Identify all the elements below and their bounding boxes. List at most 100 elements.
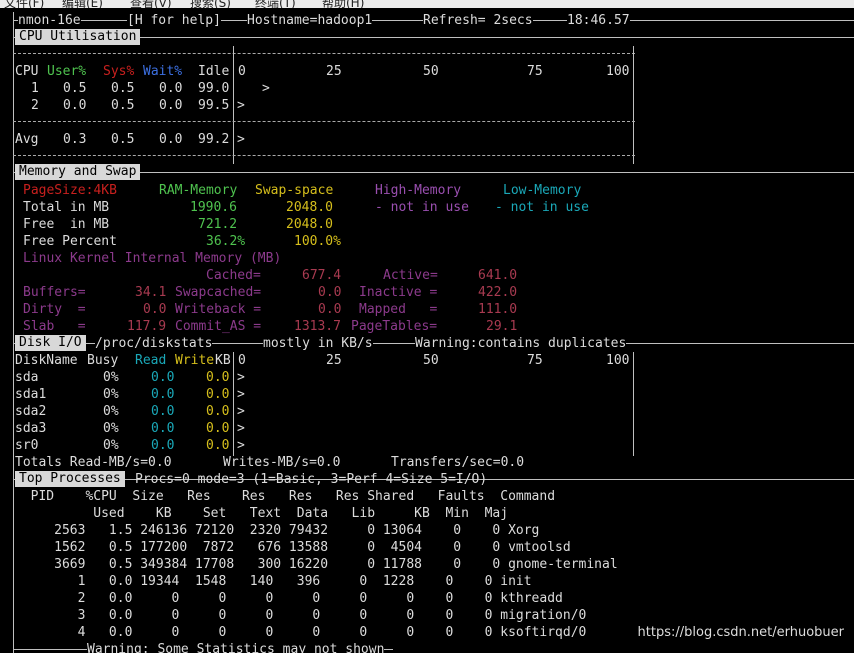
disk-row-read: 0.0	[151, 438, 175, 453]
kmem-pagetables-value: 29.1	[486, 319, 518, 334]
disk-row-bar: >	[237, 421, 245, 436]
disk-scale-25: 25	[326, 353, 342, 368]
disk-row-name: sda2	[15, 404, 47, 419]
disk-source: /proc/diskstats	[95, 335, 213, 352]
disk-row-name: sr0	[15, 438, 39, 453]
cpu-row-id: 1	[31, 81, 39, 96]
process-row: 3 0.0 0 0 0 0 0 0 0 0 migration/0	[15, 608, 587, 623]
disk-graph-right	[633, 352, 634, 456]
mem-total-high: - not in use	[375, 200, 469, 215]
menu-help[interactable]: 帮助(H)	[322, 0, 364, 8]
border-left	[13, 12, 14, 653]
kmem-swapcached-label: Swapcached=	[175, 285, 262, 300]
menu-search[interactable]: 搜索(S)	[190, 0, 231, 8]
disk-row-name: sda3	[15, 421, 47, 436]
stats-warning: Warning: Some Statistics may not shown	[87, 641, 385, 653]
disk-row-busy: 0%	[103, 438, 119, 453]
disk-row-bar: >	[237, 438, 245, 453]
kmem-writeback-label: Writeback =	[175, 302, 262, 317]
mem-pagesize: PageSize:4KB	[23, 183, 117, 198]
disk-section-title: Disk I/O	[15, 335, 86, 351]
cpu-row-sys: 0.5	[111, 81, 135, 96]
cpu-section-title: CPU Utilisation	[15, 29, 141, 45]
kmem-slab-value: 117.9	[127, 319, 167, 334]
disk-row-busy: 0%	[103, 387, 119, 402]
disk-scale-75: 75	[527, 353, 543, 368]
mem-hdr-high: High-Memory	[375, 183, 462, 198]
cpu-row-id: 2	[31, 98, 39, 113]
kmem-buffers-label: Buffers=	[23, 285, 86, 300]
cpu-graph-right	[633, 46, 634, 164]
mem-free-swap: 2048.0	[286, 217, 333, 232]
cpu-dash-mid	[13, 121, 635, 122]
process-row: 4 0.0 0 0 0 0 0 0 0 0 ksoftirqd/0	[15, 625, 587, 640]
kmem-slab-label: Slab =	[23, 319, 86, 334]
mem-total-swap: 2048.0	[286, 200, 333, 215]
menu-terminal[interactable]: 终端(T)	[255, 0, 296, 8]
menu-edit[interactable]: 编辑(E)	[62, 0, 103, 8]
kmem-active-value: 641.0	[478, 268, 518, 283]
cpu-avg-label: Avg	[15, 132, 39, 147]
kmem-inactive-value: 422.0	[478, 285, 518, 300]
cpu-row-idle: 99.5	[198, 98, 230, 113]
mem-total-low: - not in use	[495, 200, 589, 215]
process-row: 1562 0.5 177200 7872 676 13588 0 4504 0 …	[15, 540, 571, 555]
kmem-swapcached-value: 0.0	[318, 285, 342, 300]
cpu-scale-25: 25	[326, 64, 342, 79]
cpu-col-idle: Idle	[198, 64, 230, 79]
disk-units-note: mostly in KB/s	[263, 335, 373, 352]
kmem-cached-label: Cached=	[206, 268, 261, 283]
disk-graph-sep	[233, 352, 234, 456]
process-row: 2 0.0 0 0 0 0 0 0 0 0 kthreadd	[15, 591, 563, 606]
cpu-avg-idle: 99.2	[198, 132, 230, 147]
disk-row-write: 0.0	[206, 370, 230, 385]
disk-row-read: 0.0	[151, 421, 175, 436]
kmem-cached-value: 677.4	[302, 268, 342, 283]
mem-pct-ram: 36.2%	[206, 234, 246, 249]
help-hint: [H for help]	[127, 12, 221, 29]
kmem-active-label: Active=	[383, 268, 438, 283]
cpu-avg-sys: 0.5	[111, 132, 135, 147]
disk-row-bar: >	[237, 404, 245, 419]
kmem-inactive-label: Inactive =	[359, 285, 438, 300]
kmem-commit-label: Commit_AS =	[175, 319, 262, 334]
clock: 18:46.57	[567, 12, 630, 29]
mem-total-ram: 1990.6	[190, 200, 237, 215]
process-row: 3669 0.5 349384 17708 300 16220 0 11788 …	[15, 557, 618, 572]
cpu-scale-75: 75	[527, 64, 543, 79]
mem-total-label: Total in MB	[23, 200, 110, 215]
top-header-2: Used KB Set Text Data Lib KB Min Maj	[15, 506, 509, 521]
disk-row-bar: >	[237, 370, 245, 385]
mem-free-label: Free in MB	[23, 217, 110, 232]
disk-row-name: sda1	[15, 387, 47, 402]
cpu-scale-0: 0	[238, 64, 246, 79]
disk-row-read: 0.0	[151, 404, 175, 419]
kmem-buffers-value: 34.1	[135, 285, 167, 300]
cpu-row-user: 0.0	[63, 98, 87, 113]
kmem-dirty-value: 0.0	[143, 302, 167, 317]
disk-scale-0: 0	[238, 353, 246, 368]
mem-pct-swap: 100.0%	[294, 234, 341, 249]
menu-view[interactable]: 查看(V)	[130, 0, 172, 8]
cpu-row-bar: >	[262, 81, 270, 96]
mem-hdr-ram: RAM-Memory	[159, 183, 238, 198]
cpu-scale-100: 100	[606, 64, 630, 79]
disk-row-busy: 0%	[103, 404, 119, 419]
cpu-row-wait: 0.0	[159, 81, 183, 96]
kmem-mapped-label: Mapped =	[359, 302, 438, 317]
terminal-window[interactable]: nmon-16e [H for help] Hostname=hadoop1 R…	[0, 8, 854, 653]
cpu-avg-bar: >	[237, 132, 245, 147]
top-section-title: Top Processes	[15, 471, 125, 487]
cpu-row-wait: 0.0	[159, 98, 183, 113]
app-name: nmon-16e	[18, 12, 81, 29]
top-procs-info: Procs=0 mode=3 (1=Basic, 3=Perf 4=Size 5…	[135, 472, 488, 487]
disk-col-read: Read	[135, 353, 167, 368]
cpu-scale-50: 50	[423, 64, 439, 79]
menu-file[interactable]: 文件(F)	[4, 0, 44, 8]
mem-pct-label: Free Percent	[23, 234, 117, 249]
disk-row-write: 0.0	[206, 421, 230, 436]
disk-row-busy: 0%	[103, 421, 119, 436]
disk-row-write: 0.0	[206, 438, 230, 453]
disk-warning: Warning:contains duplicates	[415, 335, 627, 352]
cpu-row-sys: 0.5	[111, 98, 135, 113]
